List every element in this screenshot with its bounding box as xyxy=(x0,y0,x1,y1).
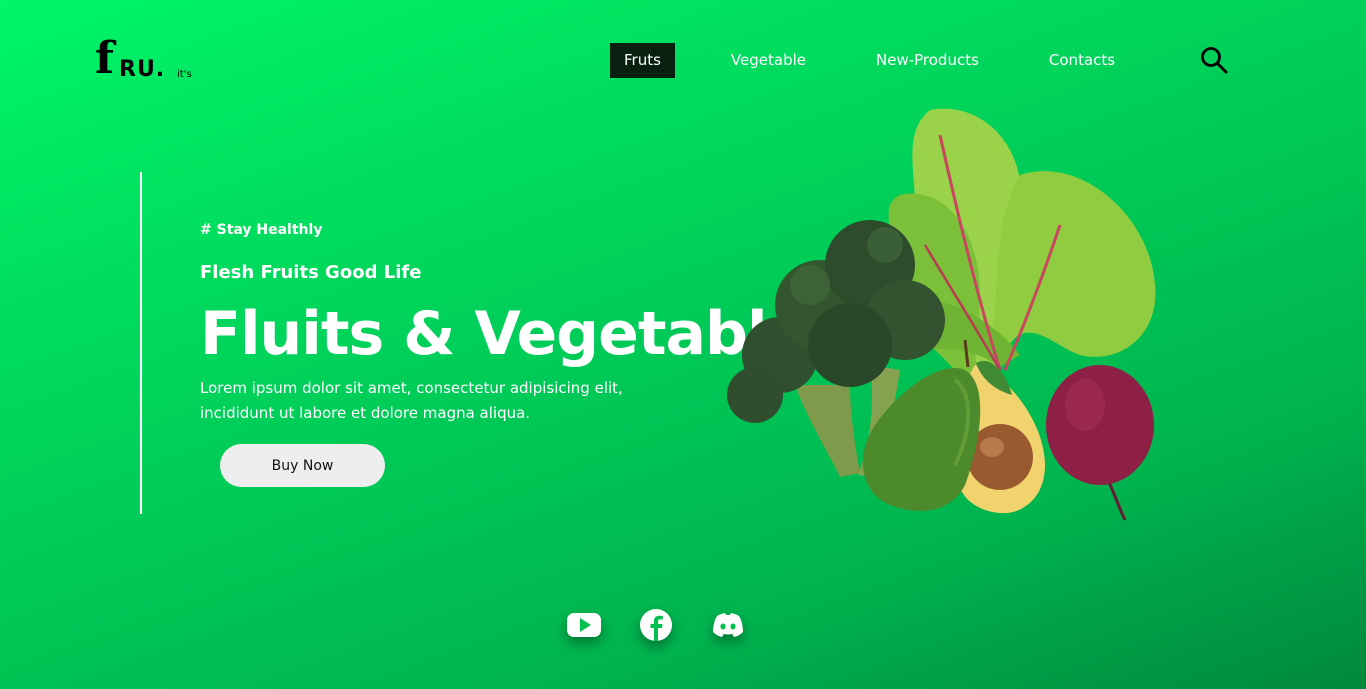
produce-image xyxy=(727,108,1156,521)
nav-item-contacts[interactable]: Contacts xyxy=(1035,43,1129,78)
hero-subtitle: Flesh Fruits Good Life xyxy=(200,262,422,283)
facebook-icon[interactable] xyxy=(637,606,675,644)
nav-item-vegetable[interactable]: Vegetable xyxy=(717,43,820,78)
main-nav: Fruts Vegetable New-Products Contacts xyxy=(610,43,1171,78)
hero-tag: # Stay Healthly xyxy=(200,222,323,238)
nav-item-fruts[interactable]: Fruts xyxy=(610,43,675,78)
buy-now-button[interactable]: Buy Now xyxy=(220,444,385,487)
logo-suffix: it's xyxy=(177,69,192,80)
hero-description: Lorem ipsum dolor sit amet, consectetur … xyxy=(200,379,623,422)
search-icon[interactable] xyxy=(1199,45,1229,75)
logo[interactable]: f RU. it's xyxy=(95,36,205,86)
discord-icon[interactable] xyxy=(709,606,747,644)
logo-letter: f xyxy=(95,33,114,84)
beetroot xyxy=(1046,365,1154,521)
social-links xyxy=(565,606,781,644)
hero-divider xyxy=(140,172,142,514)
youtube-icon[interactable] xyxy=(565,606,603,644)
logo-text: RU. xyxy=(119,57,166,82)
nav-item-new-products[interactable]: New-Products xyxy=(862,43,993,78)
